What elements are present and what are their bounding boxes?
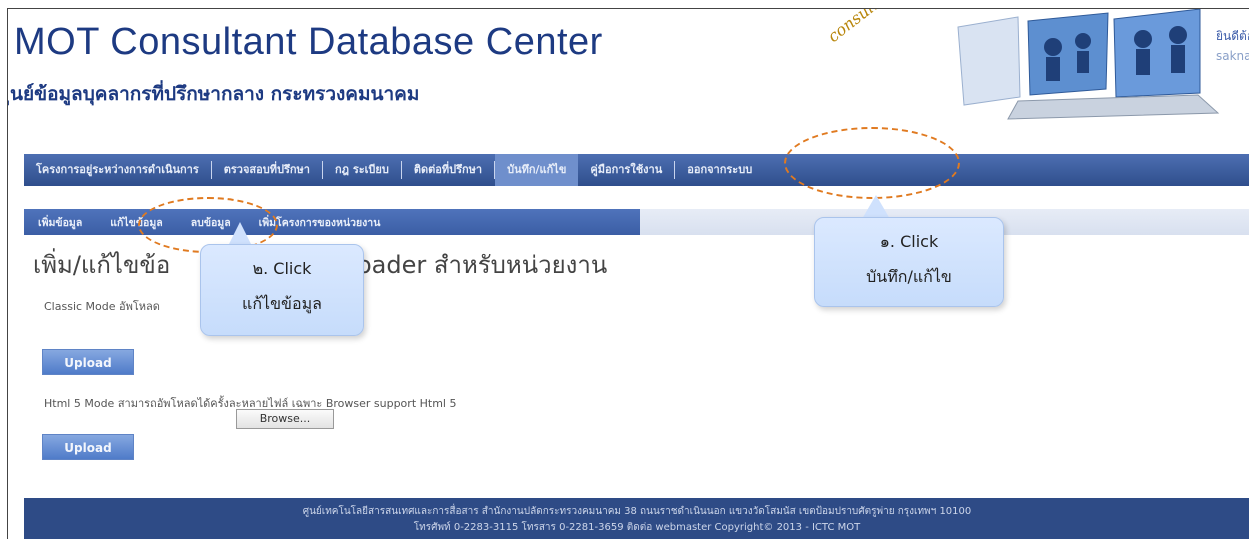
- nav-item-record-edit[interactable]: บันทึก/แก้ไข: [495, 154, 579, 186]
- nav-item-regulations[interactable]: กฎ ระเบียบ: [323, 154, 401, 186]
- site-subtitle: ูนย์ข้อมูลบุคลากรที่ปรึกษากลาง กระทรวงคม…: [10, 83, 420, 105]
- site-header: MOT Consultant Database Center ูนย์ข้อมู…: [8, 9, 1249, 127]
- main-nav: โครงการอยู่ระหว่างการดำเนินการ ตรวจสอบที…: [24, 154, 1249, 186]
- callout-pointer: [228, 222, 252, 246]
- browser-frame: MOT Consultant Database Center ูนย์ข้อมู…: [7, 8, 1249, 539]
- nav-item-contact-consultant[interactable]: ติดต่อที่ปรึกษา: [402, 154, 494, 186]
- sub-nav-menu: เพิ่มข้อมูล แก้ไขข้อมูล ลบข้อมูล เพิ่มโค…: [24, 209, 640, 235]
- instruction-callout-step-1: ๑. Click บันทึก/แก้ไข: [814, 217, 1004, 307]
- welcome-text: ยินดีต้อนรับ: [1216, 29, 1249, 43]
- browse-button[interactable]: Browse...: [236, 409, 334, 429]
- classic-upload-button[interactable]: Upload: [42, 349, 134, 375]
- sub-item-add-data[interactable]: เพิ่มข้อมูล: [38, 214, 96, 231]
- callout-target-label: แก้ไขข้อมูล: [242, 294, 322, 313]
- nav-item-check-consultant[interactable]: ตรวจสอบที่ปรึกษา: [212, 154, 322, 186]
- site-footer: ศูนย์เทคโนโลยีสารสนเทศและการสื่อสาร สำนั…: [24, 498, 1249, 539]
- callout-step-label: ๒. Click: [252, 259, 312, 278]
- instruction-callout-step-2: ๒. Click แก้ไขข้อมูล: [200, 244, 364, 336]
- footer-address: ศูนย์เทคโนโลยีสารสนเทศและการสื่อสาร สำนั…: [302, 506, 972, 517]
- highlight-ring-record-edit: [784, 127, 960, 199]
- nav-item-logout[interactable]: ออกจากระบบ: [675, 154, 764, 186]
- callout-target-label: บันทึก/แก้ไข: [866, 267, 952, 286]
- classic-mode-label: Classic Mode อัพโหลด: [44, 300, 160, 313]
- logged-in-username: saknarong m: [1216, 49, 1249, 63]
- page-title-tail: Loader สำหรับหน่วยงาน: [344, 251, 608, 279]
- laptop-banner-image: [938, 9, 1238, 121]
- nav-item-user-manual[interactable]: คู่มือการใช้งาน: [578, 154, 674, 186]
- callout-pointer: [862, 195, 890, 219]
- consultant-logo-word: consultant: [824, 8, 903, 46]
- site-title: MOT Consultant Database Center: [14, 21, 603, 63]
- html5-upload-button[interactable]: Upload: [42, 434, 134, 460]
- file-path-field[interactable]: [42, 411, 232, 429]
- page-title: เพิ่ม/แก้ไขข้อ: [33, 251, 171, 279]
- nav-item-ongoing-projects[interactable]: โครงการอยู่ระหว่างการดำเนินการ: [24, 154, 211, 186]
- footer-contact: โทรศัพท์ 0-2283-3115 โทรสาร 0-2281-3659 …: [413, 522, 861, 533]
- callout-step-label: ๑. Click: [879, 232, 939, 251]
